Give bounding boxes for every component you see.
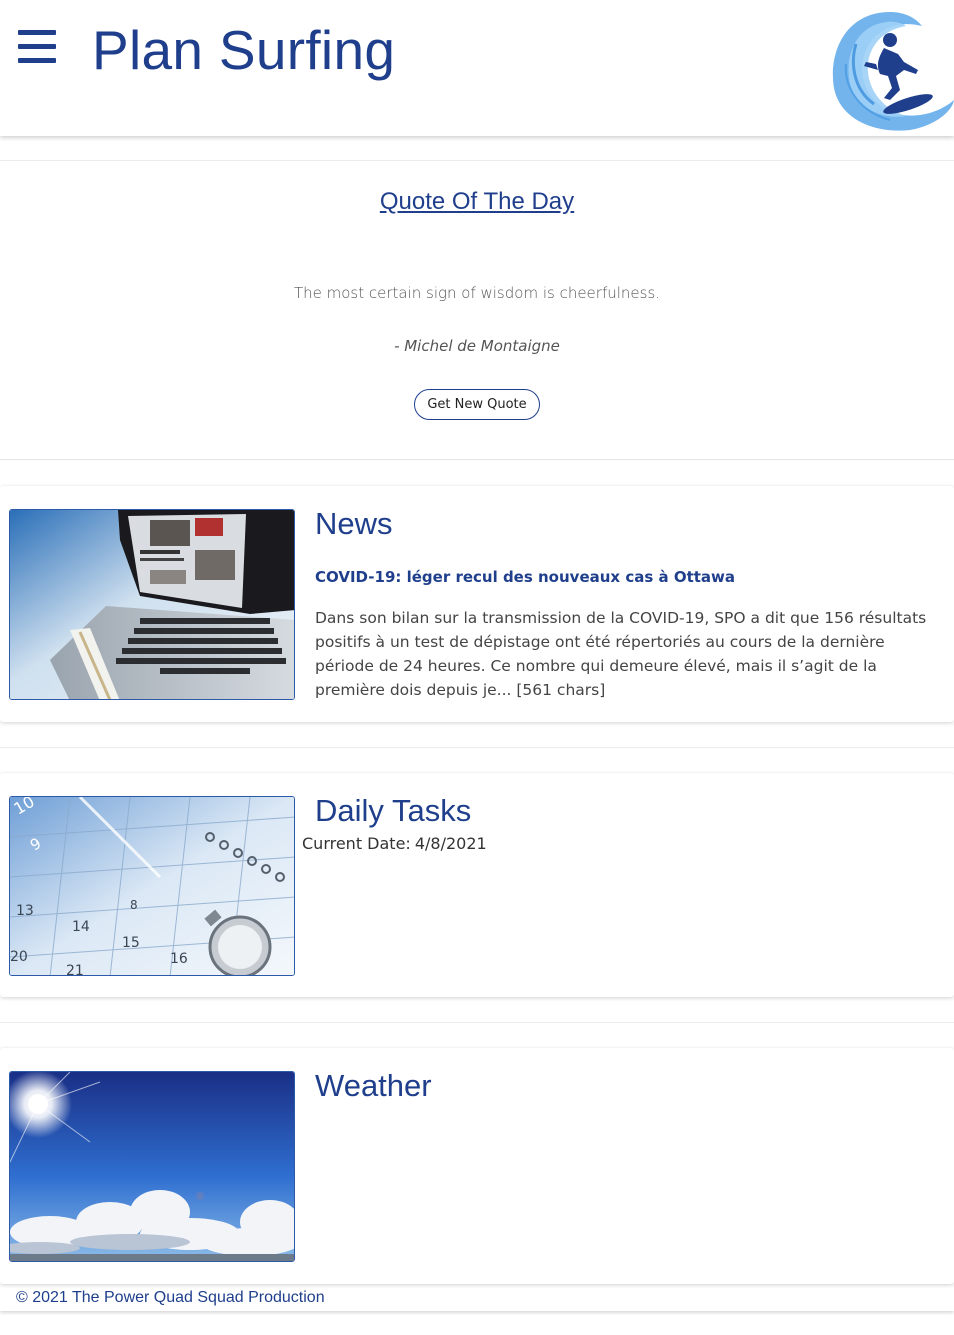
svg-text:14: 14: [72, 919, 90, 935]
news-card: News COVID-19: léger recul des nouveaux …: [0, 486, 954, 722]
svg-text:20: 20: [10, 949, 28, 965]
sunny-sky-image: [9, 1071, 295, 1262]
svg-text:16: 16: [170, 951, 188, 967]
quote-author: - Michel de Montaigne: [394, 337, 560, 355]
get-new-quote-button[interactable]: Get New Quote: [414, 389, 540, 420]
daily-tasks-title: Daily Tasks: [315, 793, 472, 828]
app-header: Plan Surfing: [0, 0, 954, 136]
weather-card: Weather: [0, 1048, 954, 1284]
quote-text: The most certain sign of wisdom is cheer…: [293, 284, 661, 302]
news-title: News: [315, 506, 393, 541]
quote-title-link[interactable]: Quote Of The Day: [0, 188, 954, 216]
svg-text:21: 21: [66, 963, 84, 976]
weather-title: Weather: [315, 1068, 432, 1103]
svg-text:13: 13: [16, 903, 34, 919]
divider: [0, 747, 954, 748]
laptop-news-image: [9, 509, 295, 700]
current-date: Current Date: 4/8/2021: [302, 834, 487, 853]
current-date-label: Current Date:: [302, 834, 411, 853]
calendar-planner-image: 10 9 13 14 15 16 20 21 8: [9, 796, 295, 976]
daily-tasks-card: 10 9 13 14 15 16 20 21 8 Daily Tasks Cur…: [0, 773, 954, 997]
svg-text:8: 8: [130, 898, 138, 912]
current-date-value: 4/8/2021: [414, 834, 487, 853]
app-title: Plan Surfing: [92, 19, 396, 81]
news-headline-link[interactable]: COVID-19: léger recul des nouveaux cas à…: [315, 568, 735, 586]
divider: [0, 1022, 954, 1023]
footer: © 2021 The Power Quad Squad Production: [0, 1285, 954, 1311]
divider: [0, 160, 954, 161]
quote-section: Quote Of The Day The most certain sign o…: [0, 162, 954, 460]
hamburger-menu-icon[interactable]: [18, 30, 56, 64]
surfer-wave-logo: [826, 4, 954, 136]
svg-text:15: 15: [122, 935, 140, 951]
news-body: Dans son bilan sur la transmission de la…: [315, 609, 927, 699]
footer-copyright: © 2021 The Power Quad Squad Production: [16, 1289, 325, 1306]
